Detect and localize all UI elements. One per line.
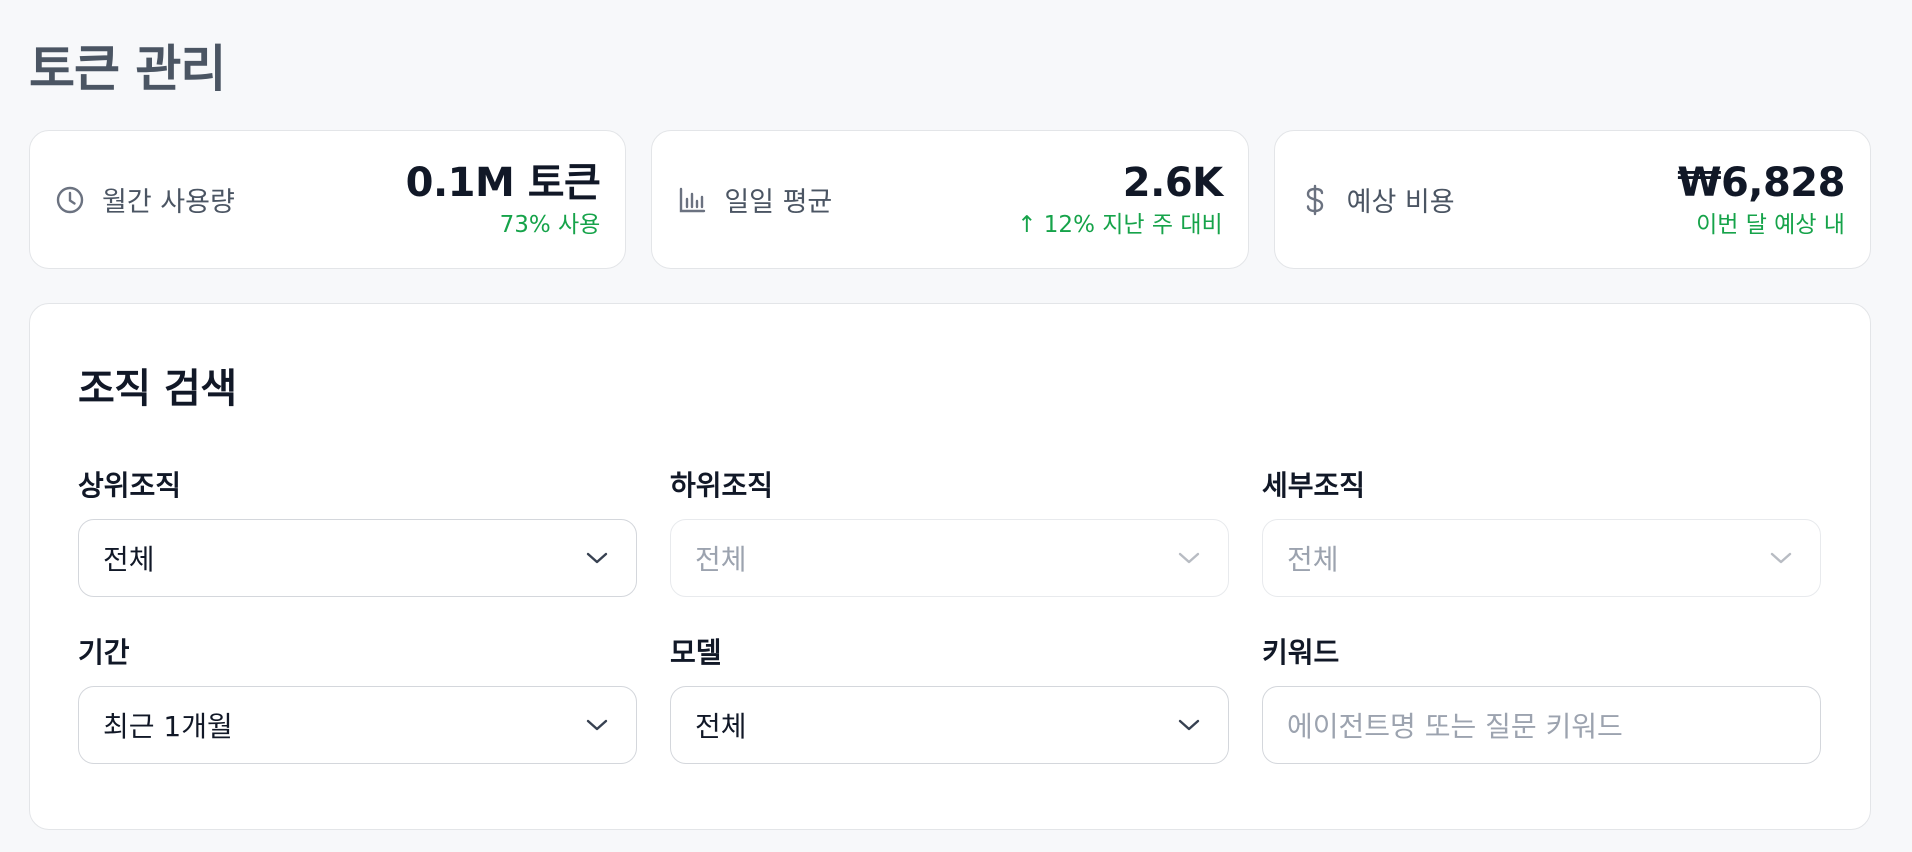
dollar-icon xyxy=(1299,184,1331,216)
stat-card-daily-average: 일일 평균 2.6K ↑ 12% 지난 주 대비 xyxy=(651,130,1249,269)
clock-icon xyxy=(54,184,86,216)
token-management-page: 토큰 관리 월간 사용량 0.1M 토큰 73% 사용 일일 평균 2.6K ↑… xyxy=(0,0,1912,852)
field-label: 세부조직 xyxy=(1262,469,1366,502)
lower-org-select[interactable]: 전체 xyxy=(670,519,1229,597)
field-keyword: 키워드 에이전트명 또는 질문 키워드 xyxy=(1262,637,1821,764)
select-value: 전체 xyxy=(103,543,155,576)
field-upper-org: 상위조직 전체 xyxy=(78,470,637,597)
search-panel-title: 조직 검색 xyxy=(78,366,237,412)
keyword-input[interactable]: 에이전트명 또는 질문 키워드 xyxy=(1262,686,1821,764)
select-value: 전체 xyxy=(695,710,747,743)
chevron-down-icon xyxy=(586,552,608,564)
chevron-down-icon xyxy=(1178,719,1200,731)
chevron-down-icon xyxy=(1770,552,1792,564)
select-value: 전체 xyxy=(695,543,747,576)
detail-org-select[interactable]: 전체 xyxy=(1262,519,1821,597)
field-label: 상위조직 xyxy=(78,469,182,502)
field-label: 하위조직 xyxy=(670,469,774,502)
period-select[interactable]: 최근 1개월 xyxy=(78,686,637,764)
field-lower-org: 하위조직 전체 xyxy=(670,470,1229,597)
field-label: 모델 xyxy=(670,636,722,669)
bar-chart-icon xyxy=(676,184,708,216)
upper-org-select[interactable]: 전체 xyxy=(78,519,637,597)
field-period: 기간 최근 1개월 xyxy=(78,637,637,764)
stat-value: ₩6,828 xyxy=(1677,160,1845,206)
field-label: 기간 xyxy=(78,636,130,669)
stat-value: 2.6K xyxy=(1122,160,1223,206)
stat-value: 0.1M 토큰 xyxy=(405,160,601,206)
input-placeholder: 에이전트명 또는 질문 키워드 xyxy=(1287,710,1623,743)
model-select[interactable]: 전체 xyxy=(670,686,1229,764)
field-label: 키워드 xyxy=(1262,636,1340,669)
stat-subtext: 73% 사용 xyxy=(499,212,601,238)
stat-card-estimated-cost: 예상 비용 ₩6,828 이번 달 예상 내 xyxy=(1273,130,1871,269)
stat-label: 예상 비용 xyxy=(1346,187,1455,218)
stats-row: 월간 사용량 0.1M 토큰 73% 사용 일일 평균 2.6K ↑ 12% 지… xyxy=(29,130,1871,269)
page-title: 토큰 관리 xyxy=(29,40,226,98)
org-search-panel: 조직 검색 상위조직 전체 하위조직 전체 세부조직 전체 기간 최근 1개월 … xyxy=(29,303,1871,830)
stat-subtext: 이번 달 예상 내 xyxy=(1696,212,1845,238)
field-detail-org: 세부조직 전체 xyxy=(1262,470,1821,597)
chevron-down-icon xyxy=(586,719,608,731)
chevron-down-icon xyxy=(1178,552,1200,564)
select-value: 최근 1개월 xyxy=(103,710,233,743)
field-model: 모델 전체 xyxy=(670,637,1229,764)
stat-label: 일일 평균 xyxy=(724,187,833,218)
stat-label: 월간 사용량 xyxy=(102,187,235,218)
stat-card-monthly-usage: 월간 사용량 0.1M 토큰 73% 사용 xyxy=(29,130,627,269)
stat-subtext: ↑ 12% 지난 주 대비 xyxy=(1017,212,1223,238)
select-value: 전체 xyxy=(1287,543,1339,576)
search-filters: 상위조직 전체 하위조직 전체 세부조직 전체 기간 최근 1개월 모델 전체 … xyxy=(78,470,1821,764)
